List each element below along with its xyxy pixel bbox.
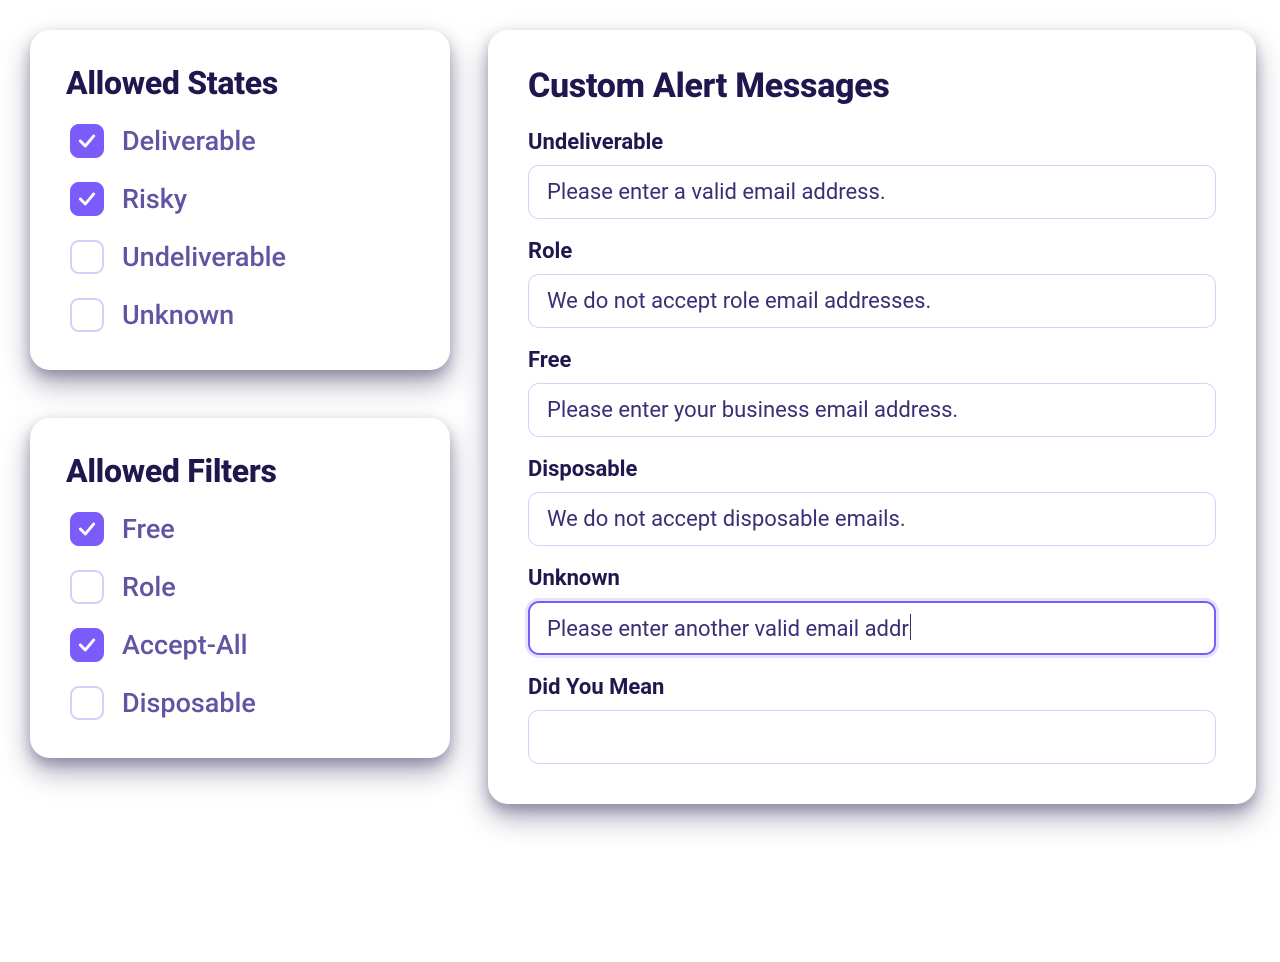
checkbox-icon[interactable] [70,512,104,546]
state-label: Undeliverable [122,241,286,273]
filter-disposable[interactable]: Disposable [70,686,414,720]
allowed-states-list: Deliverable Risky Undeliverable [66,124,414,332]
alert-label: Undeliverable [528,130,1216,155]
filter-label: Accept-All [122,629,248,661]
alert-field-free: Free [528,348,1216,437]
alert-field-undeliverable: Undeliverable [528,130,1216,219]
alert-field-unknown: Unknown Please enter another valid email… [528,566,1216,655]
filter-accept-all[interactable]: Accept-All [70,628,414,662]
alert-input-did-you-mean[interactable] [528,710,1216,764]
alert-label: Disposable [528,457,1216,482]
text-caret-icon [910,614,912,640]
custom-alerts-title: Custom Alert Messages [528,66,1216,106]
checkbox-icon[interactable] [70,240,104,274]
state-label: Deliverable [122,125,256,157]
checkbox-icon[interactable] [70,182,104,216]
allowed-states-title: Allowed States [66,64,414,102]
alert-input-unknown[interactable]: Please enter another valid email addr [528,601,1216,655]
state-undeliverable[interactable]: Undeliverable [70,240,414,274]
checkbox-icon[interactable] [70,124,104,158]
alert-label: Did You Mean [528,675,1216,700]
filter-free[interactable]: Free [70,512,414,546]
state-unknown[interactable]: Unknown [70,298,414,332]
allowed-filters-card: Allowed Filters Free Role [30,418,450,758]
alert-input-disposable[interactable] [528,492,1216,546]
filter-label: Role [122,571,176,603]
alert-input-undeliverable[interactable] [528,165,1216,219]
alert-field-did-you-mean: Did You Mean [528,675,1216,764]
state-label: Risky [122,183,187,215]
alert-input-role[interactable] [528,274,1216,328]
alert-field-disposable: Disposable [528,457,1216,546]
checkbox-icon[interactable] [70,628,104,662]
allowed-states-card: Allowed States Deliverable Risky [30,30,450,370]
alert-label: Unknown [528,566,1216,591]
state-deliverable[interactable]: Deliverable [70,124,414,158]
alert-input-free[interactable] [528,383,1216,437]
filter-label: Disposable [122,687,256,719]
allowed-filters-title: Allowed Filters [66,452,414,490]
checkbox-icon[interactable] [70,686,104,720]
state-risky[interactable]: Risky [70,182,414,216]
custom-alerts-card: Custom Alert Messages Undeliverable Role… [488,30,1256,804]
checkbox-icon[interactable] [70,298,104,332]
checkbox-icon[interactable] [70,570,104,604]
filter-role[interactable]: Role [70,570,414,604]
alert-label: Free [528,348,1216,373]
alert-label: Role [528,239,1216,264]
alert-field-role: Role [528,239,1216,328]
state-label: Unknown [122,299,234,331]
allowed-filters-list: Free Role Accept-All [66,512,414,720]
filter-label: Free [122,513,175,545]
